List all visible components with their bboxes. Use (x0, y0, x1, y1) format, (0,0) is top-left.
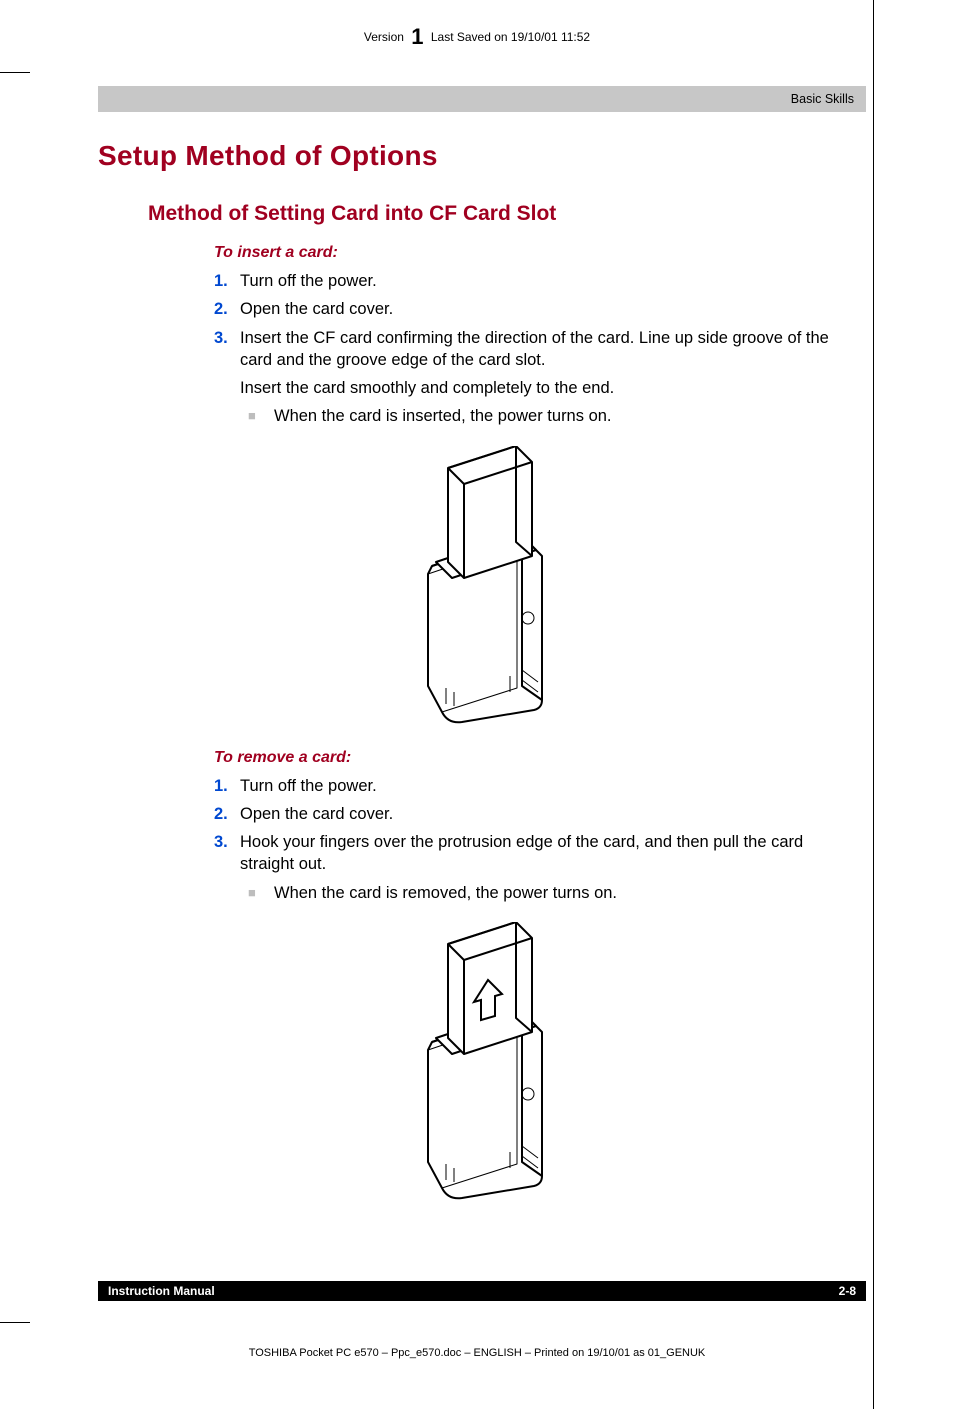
page-title: Setup Method of Options (98, 140, 866, 172)
side-rule (873, 0, 874, 1409)
list-item: 2. Open the card cover. (214, 298, 846, 320)
step-text: Turn off the power. (240, 270, 846, 292)
step-number: 3. (214, 327, 240, 372)
step-number: 3. (214, 831, 240, 876)
illustration-insert (98, 446, 866, 731)
list-item: 3. Insert the CF card confirming the dir… (214, 327, 846, 372)
crop-mark-top (0, 72, 30, 73)
device-remove-icon (372, 922, 592, 1202)
step-text: Insert the CF card confirming the direct… (240, 327, 846, 372)
step-text: Open the card cover. (240, 298, 846, 320)
insert-bullet: ■ When the card is inserted, the power t… (248, 405, 846, 427)
insert-steps: 1. Turn off the power. 2. Open the card … (214, 270, 846, 371)
footer-line: TOSHIBA Pocket PC e570 – Ppc_e570.doc – … (0, 1347, 954, 1359)
step-number: 2. (214, 803, 240, 825)
footer-bar: Instruction Manual 2-8 (98, 1281, 866, 1301)
bullet-text: When the card is removed, the power turn… (274, 882, 617, 904)
step-text: Open the card cover. (240, 803, 846, 825)
step-number: 1. (214, 775, 240, 797)
illustration-remove (98, 922, 866, 1207)
square-bullet-icon: ■ (248, 405, 274, 427)
square-bullet-icon: ■ (248, 882, 274, 904)
step-number: 1. (214, 270, 240, 292)
section-subtitle: Method of Setting Card into CF Card Slot (148, 202, 866, 226)
bullet-text: When the card is inserted, the power tur… (274, 405, 612, 427)
version-number: 1 (407, 24, 427, 49)
list-item: 1. Turn off the power. (214, 270, 846, 292)
content: Setup Method of Options Method of Settin… (98, 140, 866, 1225)
device-insert-icon (372, 446, 592, 726)
remove-heading: To remove a card: (214, 749, 866, 767)
last-saved: Last Saved on 19/10/01 11:52 (431, 30, 590, 44)
remove-steps: 1. Turn off the power. 2. Open the card … (214, 775, 846, 876)
footer-left: Instruction Manual (108, 1284, 215, 1298)
insert-heading: To insert a card: (214, 244, 866, 262)
section-bar-text: Basic Skills (791, 92, 854, 106)
section-bar: Basic Skills (98, 86, 866, 112)
footer-right: 2-8 (839, 1284, 856, 1298)
crop-mark-bottom (0, 1322, 30, 1323)
list-item: 2. Open the card cover. (214, 803, 846, 825)
step-text: Hook your fingers over the protrusion ed… (240, 831, 846, 876)
step-number: 2. (214, 298, 240, 320)
version-label: Version (364, 30, 404, 44)
list-item: 1. Turn off the power. (214, 775, 846, 797)
list-item: 3. Hook your fingers over the protrusion… (214, 831, 846, 876)
step-text: Turn off the power. (240, 775, 846, 797)
step-continuation: Insert the card smoothly and completely … (240, 377, 846, 399)
header-version: Version 1 Last Saved on 19/10/01 11:52 (0, 24, 954, 50)
remove-bullet: ■ When the card is removed, the power tu… (248, 882, 846, 904)
